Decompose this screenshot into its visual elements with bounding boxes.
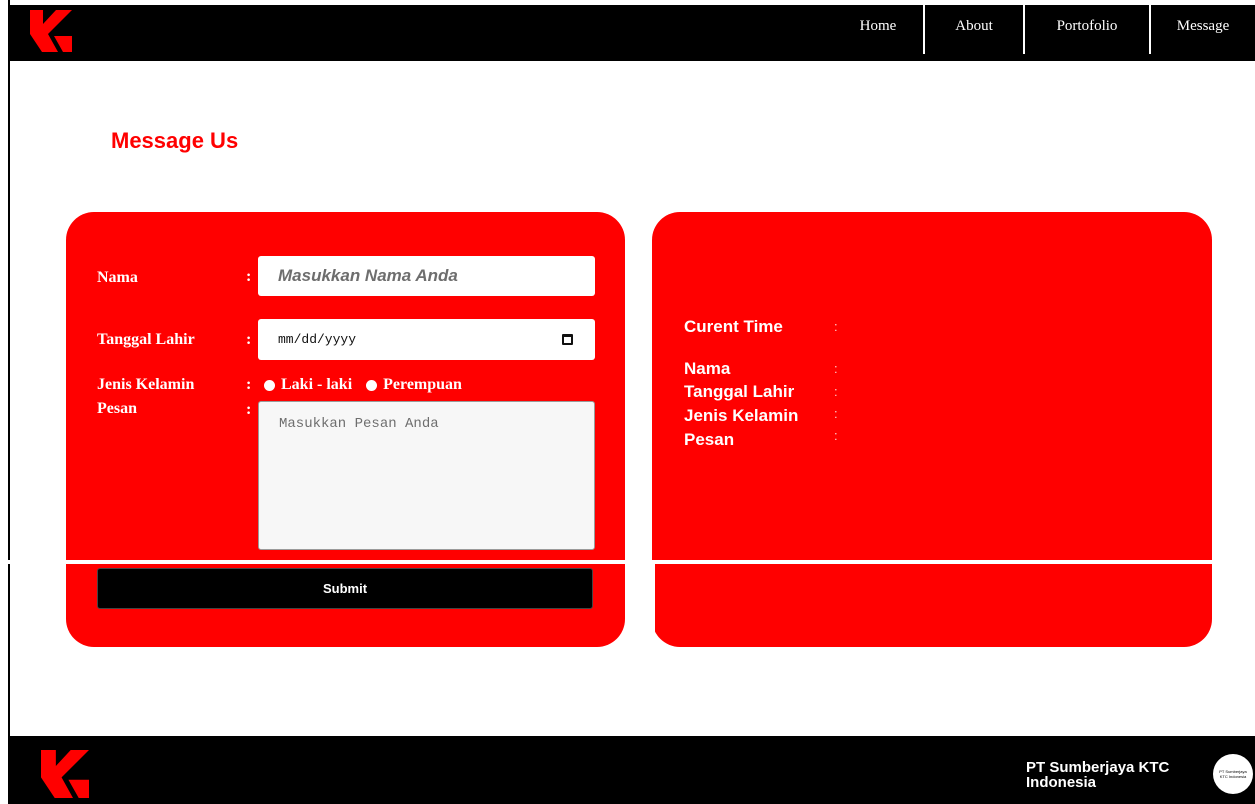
pesan-placeholder: Masukkan Pesan Anda bbox=[279, 416, 439, 432]
output-time-label: Curent Time bbox=[684, 317, 783, 336]
left-edge-divider bbox=[8, 0, 10, 804]
company-name: PT Sumberjaya KTC Indonesia bbox=[1026, 759, 1170, 791]
tanggal-lahir-input[interactable]: mm/dd/yyyy bbox=[258, 319, 595, 360]
submit-button[interactable]: Submit bbox=[97, 568, 593, 609]
ktc-logo-icon[interactable] bbox=[30, 10, 72, 52]
output-tanggal-label: Tanggal Lahir bbox=[684, 382, 795, 401]
output-jenis-label: Jenis Kelamin bbox=[684, 406, 799, 425]
radio-male[interactable] bbox=[264, 379, 275, 391]
nav-portfolio[interactable]: Portofolio bbox=[1025, 5, 1149, 54]
radio-female[interactable] bbox=[366, 379, 378, 391]
radio-male-label[interactable]: Laki - laki bbox=[281, 376, 352, 394]
pesan-colon: : bbox=[246, 401, 252, 418]
output-nama-colon: : bbox=[834, 361, 838, 376]
nama-label: Nama bbox=[97, 269, 138, 286]
top-navbar: Home About Portofolio Message bbox=[10, 5, 1255, 61]
nav-home[interactable]: Home bbox=[833, 5, 923, 54]
gender-radio-group: Laki - laki Perempuan bbox=[264, 376, 462, 394]
pesan-textarea[interactable]: Masukkan Pesan Anda bbox=[258, 401, 595, 550]
jenis-kelamin-label: Jenis Kelamin bbox=[97, 376, 195, 393]
date-placeholder: mm/dd/yyyy bbox=[278, 332, 357, 347]
tanggal-colon: : bbox=[246, 331, 252, 348]
nav-message[interactable]: Message bbox=[1151, 5, 1255, 54]
nav-menu: Home About Portofolio Message bbox=[833, 5, 1255, 61]
pesan-label: Pesan bbox=[97, 400, 137, 417]
output-pesan-colon: : bbox=[834, 428, 838, 443]
page-title: Message Us bbox=[111, 128, 239, 153]
nama-placeholder: Masukkan Nama Anda bbox=[278, 266, 458, 285]
calendar-icon[interactable] bbox=[562, 334, 573, 345]
ktc-logo-icon bbox=[41, 750, 89, 798]
footer: PT Sumberjaya KTC Indonesia PT Sumberjay… bbox=[10, 736, 1255, 804]
nama-input[interactable]: Masukkan Nama Anda bbox=[258, 256, 595, 296]
radio-female-label[interactable]: Perempuan bbox=[383, 376, 462, 394]
output-pesan-label: Pesan bbox=[684, 430, 735, 449]
card-gap bbox=[625, 560, 655, 650]
output-jenis-colon: : bbox=[834, 406, 838, 421]
jenis-colon: : bbox=[246, 376, 252, 393]
output-nama-label: Nama bbox=[684, 359, 731, 378]
output-time-colon: : bbox=[834, 319, 838, 334]
nav-about[interactable]: About bbox=[925, 5, 1023, 54]
horizontal-divider bbox=[8, 560, 1218, 564]
tanggal-lahir-label: Tanggal Lahir bbox=[97, 331, 195, 348]
page: Home About Portofolio Message Message Us… bbox=[0, 0, 1255, 804]
nama-colon: : bbox=[246, 268, 252, 285]
output-tanggal-colon: : bbox=[834, 384, 838, 399]
company-badge: PT Sumberjaya KTC Indonesia bbox=[1213, 754, 1253, 794]
message-output-card bbox=[652, 212, 1212, 647]
